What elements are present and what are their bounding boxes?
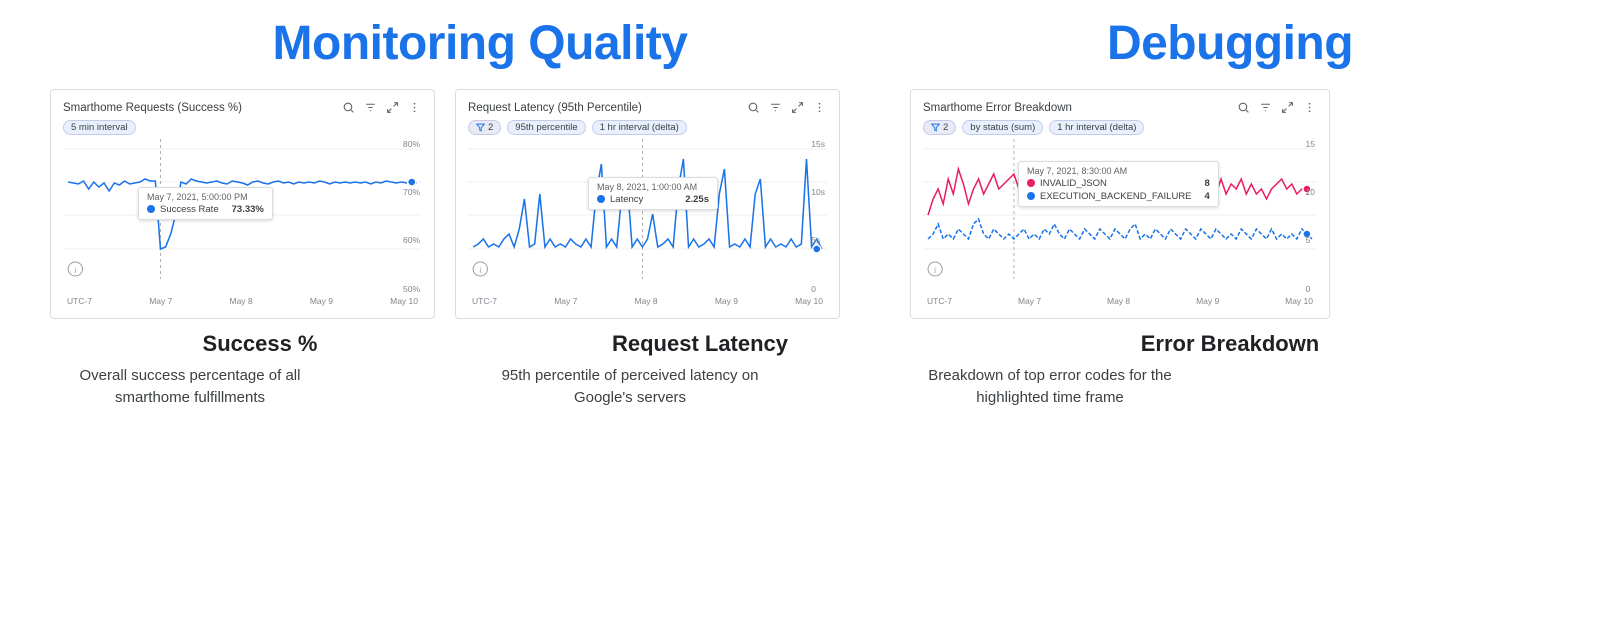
filter-icon-err[interactable]: [1257, 100, 1273, 116]
interval-chip-err[interactable]: 1 hr interval (delta): [1049, 120, 1144, 135]
y-label-70: 70%: [403, 187, 420, 197]
interval-chip-lat[interactable]: 1 hr interval (delta): [592, 120, 687, 135]
y-0: 0: [811, 284, 825, 294]
latency-label-title: Request Latency: [490, 331, 910, 357]
y-5s: 5s: [811, 235, 825, 245]
error-breakdown-icons: [1235, 100, 1317, 116]
x-utc-lat: UTC-7: [472, 296, 497, 306]
fullscreen-icon-err[interactable]: [1279, 100, 1295, 116]
svg-text:i: i: [74, 266, 76, 275]
y-5: 5: [1306, 235, 1315, 245]
y-0-err: 0: [1306, 284, 1315, 294]
latency-icons: [745, 100, 827, 116]
success-rate-label-title: Success %: [50, 331, 470, 357]
x-may10-err: May 10: [1285, 296, 1313, 306]
success-rate-y-labels: 80% 70% 60% 50%: [403, 139, 420, 294]
latency-x-labels: UTC-7 May 7 May 8 May 9 May 10: [468, 296, 827, 306]
latency-header: Request Latency (95th Percentile): [468, 100, 827, 116]
debugging-title: Debugging: [910, 18, 1550, 71]
more-icon-lat[interactable]: [811, 100, 827, 116]
more-icon-err[interactable]: [1301, 100, 1317, 116]
success-rate-label-desc: Overall success percentage of all smarth…: [50, 365, 330, 410]
y-10: 10: [1306, 187, 1315, 197]
x-may7-err: May 7: [1018, 296, 1041, 306]
latency-svg: i: [468, 139, 827, 279]
latency-chips: 2 95th percentile 1 hr interval (delta): [468, 120, 827, 135]
fullscreen-icon-lat[interactable]: [789, 100, 805, 116]
search-icon-lat[interactable]: [745, 100, 761, 116]
success-rate-header: Smarthome Requests (Success %): [63, 100, 422, 116]
debugging-charts: Smarthome Error Breakdown: [910, 89, 1550, 319]
error-chips: 2 by status (sum) 1 hr interval (delta): [923, 120, 1317, 135]
error-breakdown-label-desc: Breakdown of top error codes for the hig…: [910, 365, 1190, 410]
debugging-header: Debugging: [910, 18, 1550, 71]
x-may8: May 8: [230, 296, 253, 306]
x-may10-lat: May 10: [795, 296, 823, 306]
error-breakdown-svg: i: [923, 139, 1317, 279]
success-rate-chips: 5 min interval: [63, 120, 422, 135]
x-may9: May 9: [310, 296, 333, 306]
interval-chip[interactable]: 5 min interval: [63, 120, 136, 135]
x-may9-err: May 9: [1196, 296, 1219, 306]
success-rate-card: Smarthome Requests (Success %): [50, 89, 435, 319]
latency-label-desc: 95th percentile of perceived latency on …: [490, 365, 770, 410]
y-10s: 10s: [811, 187, 825, 197]
error-breakdown-header: Smarthome Error Breakdown: [923, 100, 1317, 116]
success-rate-label: Success % Overall success percentage of …: [50, 331, 470, 410]
filter-chip-lat[interactable]: 2: [468, 120, 501, 135]
monitoring-labels: Success % Overall success percentage of …: [50, 331, 910, 410]
search-icon-err[interactable]: [1235, 100, 1251, 116]
error-x-labels: UTC-7 May 7 May 8 May 9 May 10: [923, 296, 1317, 306]
latency-card: Request Latency (95th Percentile): [455, 89, 840, 319]
latency-title: Request Latency (95th Percentile): [468, 102, 642, 114]
search-icon[interactable]: [340, 100, 356, 116]
status-chip[interactable]: by status (sum): [962, 120, 1043, 135]
success-rate-x-labels: UTC-7 May 7 May 8 May 9 May 10: [63, 296, 422, 306]
error-breakdown-label-title: Error Breakdown: [910, 331, 1550, 357]
y-15: 15: [1306, 139, 1315, 149]
latency-chart-area: i 15s 10s 5s 0 May 8, 2021, 1:00:00 AM L…: [468, 139, 827, 294]
x-utc-err: UTC-7: [927, 296, 952, 306]
x-utc: UTC-7: [67, 296, 92, 306]
error-breakdown-label: Error Breakdown Breakdown of top error c…: [910, 331, 1550, 410]
x-may10: May 10: [390, 296, 418, 306]
success-rate-icons: [340, 100, 422, 116]
x-may9-lat: May 9: [715, 296, 738, 306]
svg-text:i: i: [479, 266, 481, 275]
fullscreen-icon[interactable]: [384, 100, 400, 116]
error-breakdown-card: Smarthome Error Breakdown: [910, 89, 1330, 319]
page-wrapper: Monitoring Quality Smarthome Requests (S…: [0, 0, 1600, 426]
more-icon[interactable]: [406, 100, 422, 116]
monitoring-header: Monitoring Quality: [50, 18, 910, 71]
filter-chip-err[interactable]: 2: [923, 120, 956, 135]
error-breakdown-chart-area: i 15 10 5 0 May 7, 2021, 8:30:00 AM INVA…: [923, 139, 1317, 294]
latency-label: Request Latency 95th percentile of perce…: [490, 331, 910, 410]
x-may8-lat: May 8: [635, 296, 658, 306]
debugging-section: Debugging Smarthome Error Breakdown: [910, 18, 1550, 410]
y-15s: 15s: [811, 139, 825, 149]
monitoring-section: Monitoring Quality Smarthome Requests (S…: [50, 18, 910, 410]
monitoring-charts: Smarthome Requests (Success %): [50, 89, 910, 319]
success-rate-title: Smarthome Requests (Success %): [63, 102, 242, 114]
x-may7: May 7: [149, 296, 172, 306]
success-rate-chart-area: i 80% 70% 60% 50% May 7, 2021, 5:00:00 P…: [63, 139, 422, 294]
x-may7-lat: May 7: [554, 296, 577, 306]
error-breakdown-title: Smarthome Error Breakdown: [923, 102, 1072, 114]
error-y-labels: 15 10 5 0: [1306, 139, 1315, 294]
x-may8-err: May 8: [1107, 296, 1130, 306]
svg-text:i: i: [934, 266, 936, 275]
success-rate-svg: i: [63, 139, 422, 279]
filter-icon[interactable]: [362, 100, 378, 116]
monitoring-title: Monitoring Quality: [50, 18, 910, 71]
y-label-80: 80%: [403, 139, 420, 149]
percentile-chip[interactable]: 95th percentile: [507, 120, 585, 135]
filter-icon-lat[interactable]: [767, 100, 783, 116]
debugging-label: Error Breakdown Breakdown of top error c…: [910, 331, 1550, 410]
y-label-50: 50%: [403, 284, 420, 294]
latency-y-labels: 15s 10s 5s 0: [811, 139, 825, 294]
y-label-60: 60%: [403, 235, 420, 245]
